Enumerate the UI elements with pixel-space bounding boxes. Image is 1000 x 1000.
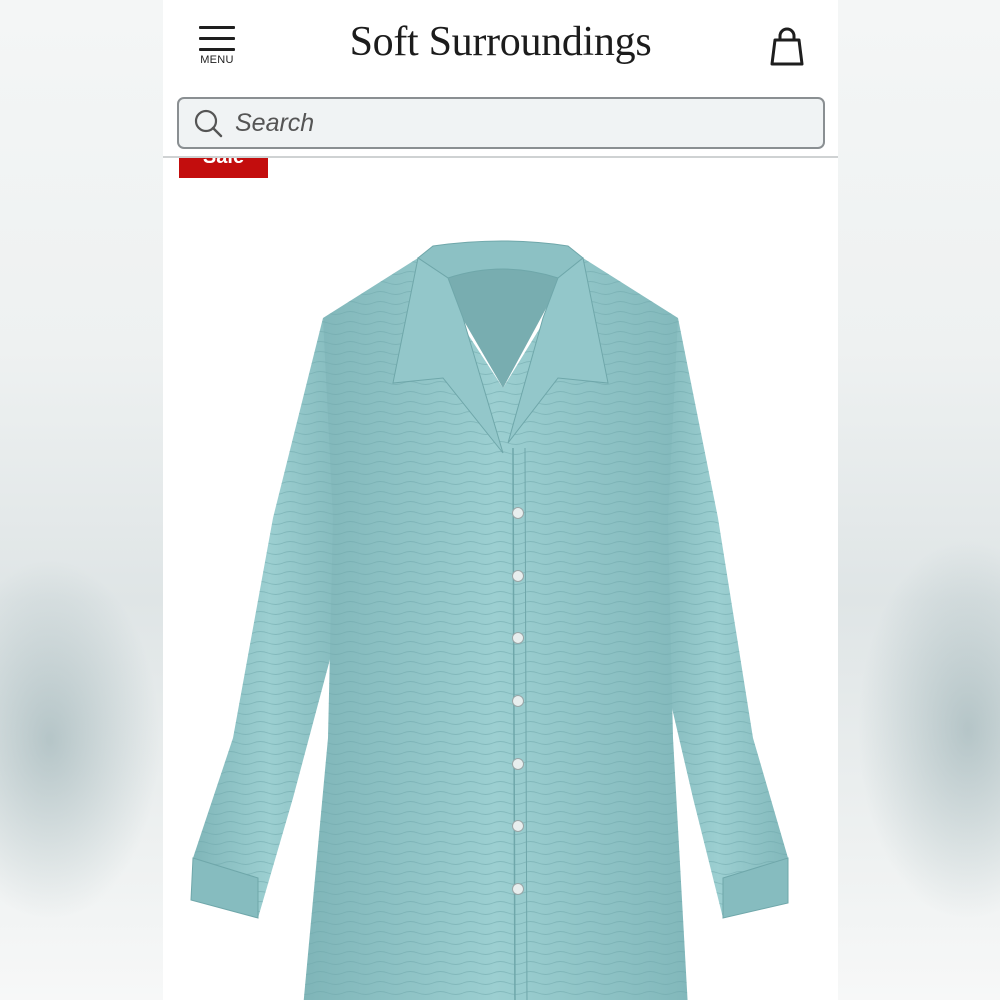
sale-badge: Sale <box>179 158 268 178</box>
left-blurred-background <box>0 0 163 1000</box>
shopping-bag-icon <box>770 27 804 66</box>
brand-logo[interactable]: Soft Surroundings <box>163 18 838 66</box>
right-blurred-background <box>838 0 1000 1000</box>
search-icon <box>194 109 223 138</box>
site-header: MENU Soft Surroundings <box>163 0 838 90</box>
product-image[interactable] <box>163 218 838 1000</box>
shopping-bag-button[interactable] <box>767 26 807 68</box>
search-input[interactable] <box>235 103 795 143</box>
mobile-page: MENU Soft Surroundings Sale <box>163 0 838 1000</box>
product-image-area[interactable]: Sale <box>163 158 838 1000</box>
search-bar[interactable] <box>177 97 825 149</box>
